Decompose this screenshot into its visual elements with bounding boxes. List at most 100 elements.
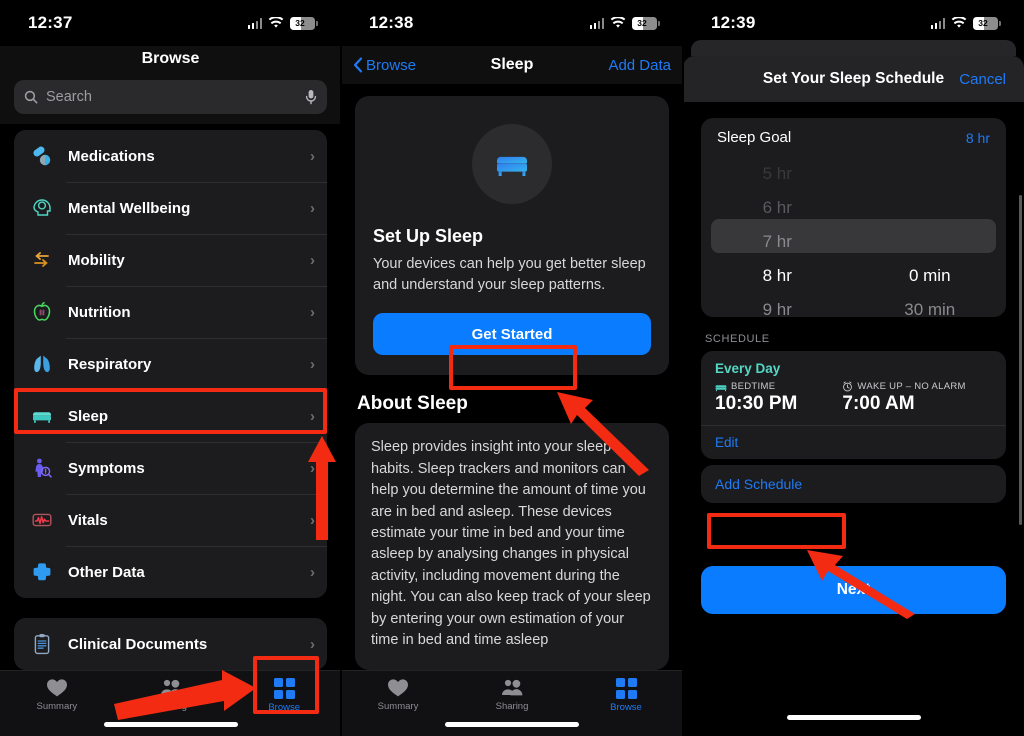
tab-browse[interactable]: Browse [569, 678, 683, 713]
wakeup-column: WAKE UP – NO ALARM 7:00 AM [842, 381, 992, 415]
picker-item[interactable]: 7 hr [701, 225, 854, 259]
tab-label: Browse [268, 702, 301, 713]
schedule-days: Every Day [715, 361, 781, 376]
schedule-main[interactable]: Every Day BEDTIME 10:30 PM WAKE UP – NO … [701, 351, 1006, 425]
sidebar-item-label: Clinical Documents [68, 635, 208, 653]
sidebar-item-other-data[interactable]: Other Data › [14, 546, 327, 598]
back-button[interactable]: Browse [353, 57, 416, 74]
cellular-signal-icon [247, 17, 262, 29]
respiratory-icon [28, 350, 56, 378]
picker-item[interactable]: 5 hr [701, 157, 854, 191]
heart-icon [388, 679, 408, 697]
sidebar-item-sleep[interactable]: Sleep › [14, 390, 327, 442]
sidebar-item-respiratory[interactable]: Respiratory › [14, 338, 327, 390]
medications-icon [28, 142, 56, 170]
chevron-right-icon: › [310, 635, 315, 653]
vitals-icon [28, 506, 56, 534]
people-icon [502, 679, 523, 696]
sidebar-item-symptoms[interactable]: Symptoms › [14, 442, 327, 494]
search-placeholder: Search [46, 89, 92, 105]
bedtime-column: BEDTIME 10:30 PM [715, 381, 842, 415]
tab-summary[interactable]: Summary [0, 678, 114, 712]
tab-sharing[interactable]: Sharing [455, 678, 569, 712]
screenshot-root: 12:37 32 Browse Search Medications › Men… [0, 0, 1024, 736]
bedtime-caption-text: BEDTIME [731, 381, 776, 392]
status-time: 12:38 [369, 13, 414, 32]
picker-column-hours[interactable]: 5 hr 6 hr 7 hr 8 hr 9 hr 10 hr 11 hr [701, 157, 854, 317]
picker-item-selected[interactable]: 8 hr [701, 259, 854, 293]
picker-item[interactable]: 6 hr [701, 191, 854, 225]
search-input[interactable]: Search [14, 80, 327, 114]
dynamic-island [460, 6, 564, 35]
wakeup-value: 7:00 AM [842, 393, 915, 414]
sidebar-item-label: Symptoms [68, 459, 145, 477]
nav-bar-2: Browse Sleep Add Data [341, 46, 683, 84]
wifi-icon [951, 17, 967, 28]
annotation-arrow-to-sleep [308, 436, 336, 540]
sidebar-item-mobility[interactable]: Mobility › [14, 234, 327, 286]
phone-screen-sleep: 12:38 32 Browse Sleep Add Data Set Up Sl… [341, 0, 683, 736]
sidebar-item-label: Sleep [68, 407, 109, 425]
panel-divider-2 [682, 0, 684, 736]
sleep-goal-row[interactable]: Sleep Goal 8 hr [701, 118, 1006, 157]
bed-icon [715, 384, 727, 391]
picker-item[interactable] [854, 191, 1007, 225]
wakeup-caption: WAKE UP – NO ALARM [842, 381, 992, 392]
alarm-icon [843, 381, 853, 392]
chevron-right-icon: › [310, 147, 315, 165]
sidebar-item-nutrition[interactable]: Nutrition › [14, 286, 327, 338]
edit-schedule-button[interactable]: Edit [701, 425, 1006, 459]
scrollbar[interactable] [1019, 195, 1022, 525]
microphone-icon[interactable] [305, 89, 317, 105]
chevron-right-icon: › [310, 355, 315, 373]
page-title: Browse [141, 50, 200, 67]
mental-wellbeing-icon [28, 194, 56, 222]
chevron-right-icon: › [310, 407, 315, 425]
heart-icon [46, 679, 67, 697]
picker-item-selected[interactable]: 0 min [854, 259, 1007, 293]
sleep-goal-card: Sleep Goal 8 hr 5 hr 6 hr 7 hr 8 hr 9 hr… [701, 118, 1006, 317]
annotation-arrow-to-add-schedule [807, 550, 915, 619]
sleep-goal-value: 8 hr [965, 129, 990, 146]
tab-label: Summary [377, 701, 419, 712]
cancel-button[interactable]: Cancel [959, 71, 1006, 88]
grid-icon [273, 678, 295, 699]
bedtime-value: 10:30 PM [715, 393, 798, 414]
card-body: Your devices can help you get better sle… [373, 256, 646, 293]
add-data-button[interactable]: Add Data [608, 57, 671, 74]
clinical-documents-group: Clinical Documents › [14, 618, 327, 670]
phone-screen-sleep-schedule: 12:39 32 Set Your Sleep Schedule Cancel … [683, 0, 1024, 736]
sidebar-item-mental-wellbeing[interactable]: Mental Wellbeing › [14, 182, 327, 234]
sidebar-item-label: Mobility [68, 251, 125, 269]
tab-label: Summary [36, 701, 78, 712]
sidebar-item-clinical-documents[interactable]: Clinical Documents › [14, 618, 327, 670]
battery-indicator: 32 [290, 16, 318, 30]
chevron-right-icon: › [310, 303, 315, 321]
schedule-card: Every Day BEDTIME 10:30 PM WAKE UP – NO … [701, 351, 1006, 459]
get-started-button[interactable]: Get Started [373, 313, 651, 356]
picker-column-minutes[interactable]: 0 min 30 min [854, 157, 1007, 317]
picker-item[interactable]: 9 hr [701, 293, 854, 317]
battery-level: 32 [295, 17, 305, 28]
back-button-label: Browse [366, 56, 417, 74]
sidebar-item-label: Vitals [68, 511, 108, 529]
sidebar-item-medications[interactable]: Medications › [14, 130, 327, 182]
home-indicator [445, 722, 579, 727]
sleep-goal-picker[interactable]: 5 hr 6 hr 7 hr 8 hr 9 hr 10 hr 11 hr [701, 157, 1006, 317]
search-icon [24, 90, 38, 104]
add-schedule-button[interactable]: Add Schedule [701, 465, 1006, 503]
phone-screen-browse: 12:37 32 Browse Search Medications › Men… [0, 0, 341, 736]
wifi-icon [268, 17, 284, 28]
picker-item[interactable]: 30 min [854, 293, 1007, 317]
picker-item[interactable] [854, 157, 1007, 191]
cellular-signal-icon [589, 17, 604, 29]
chevron-right-icon: › [310, 251, 315, 269]
tab-summary[interactable]: Summary [341, 678, 455, 712]
sidebar-item-vitals[interactable]: Vitals › [14, 494, 327, 546]
chevron-left-icon [353, 57, 363, 73]
sleep-goal-label: Sleep Goal [717, 129, 792, 146]
annotation-arrow-to-get-started [557, 392, 649, 476]
picker-item[interactable] [854, 225, 1007, 259]
battery-indicator: 32 [973, 16, 1001, 30]
